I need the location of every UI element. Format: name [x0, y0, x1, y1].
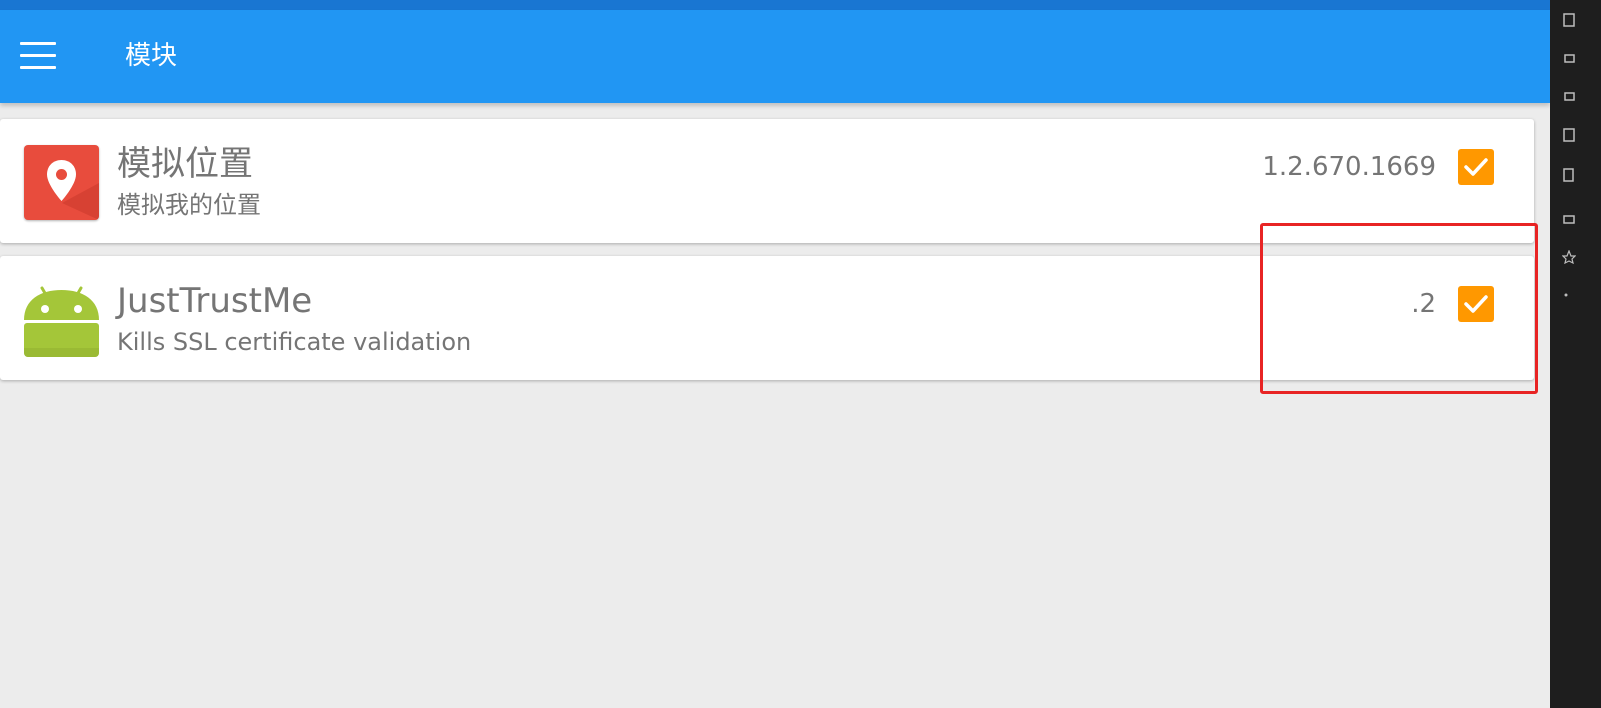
square-icon: [1564, 54, 1575, 63]
checkmark-icon: [1464, 295, 1488, 313]
module-version: 1.2.670.1669: [1262, 152, 1436, 182]
app-bar: 模块: [0, 10, 1550, 103]
square-icon: [1564, 92, 1575, 101]
lock-icon: [1563, 215, 1575, 224]
dot-icon: [1564, 293, 1568, 297]
module-title: 模拟位置: [117, 144, 253, 184]
hamburger-menu-icon[interactable]: [12, 30, 64, 82]
location-pin-icon: [24, 145, 99, 220]
editor-side-panel: [1550, 0, 1601, 708]
star-icon: [1562, 250, 1576, 264]
android-robot-icon: [24, 282, 99, 357]
module-description: Kills SSL certificate validation: [117, 328, 472, 356]
status-bar-strip: [0, 0, 1550, 10]
module-title: JustTrustMe: [117, 281, 313, 321]
module-version: .2: [1411, 289, 1436, 319]
file-icon: [1563, 128, 1575, 142]
module-enabled-checkbox[interactable]: [1458, 149, 1494, 185]
module-card-justtrustme[interactable]: JustTrustMe Kills SSL certificate valida…: [0, 256, 1534, 380]
checkmark-icon: [1464, 158, 1488, 176]
module-enabled-checkbox[interactable]: [1458, 286, 1494, 322]
page-title: 模块: [125, 41, 178, 71]
document-icon: [1563, 168, 1574, 182]
module-card-mock-location[interactable]: 模拟位置 模拟我的位置 1.2.670.1669: [0, 119, 1534, 243]
file-icon: [1563, 13, 1575, 27]
module-description: 模拟我的位置: [117, 191, 261, 219]
